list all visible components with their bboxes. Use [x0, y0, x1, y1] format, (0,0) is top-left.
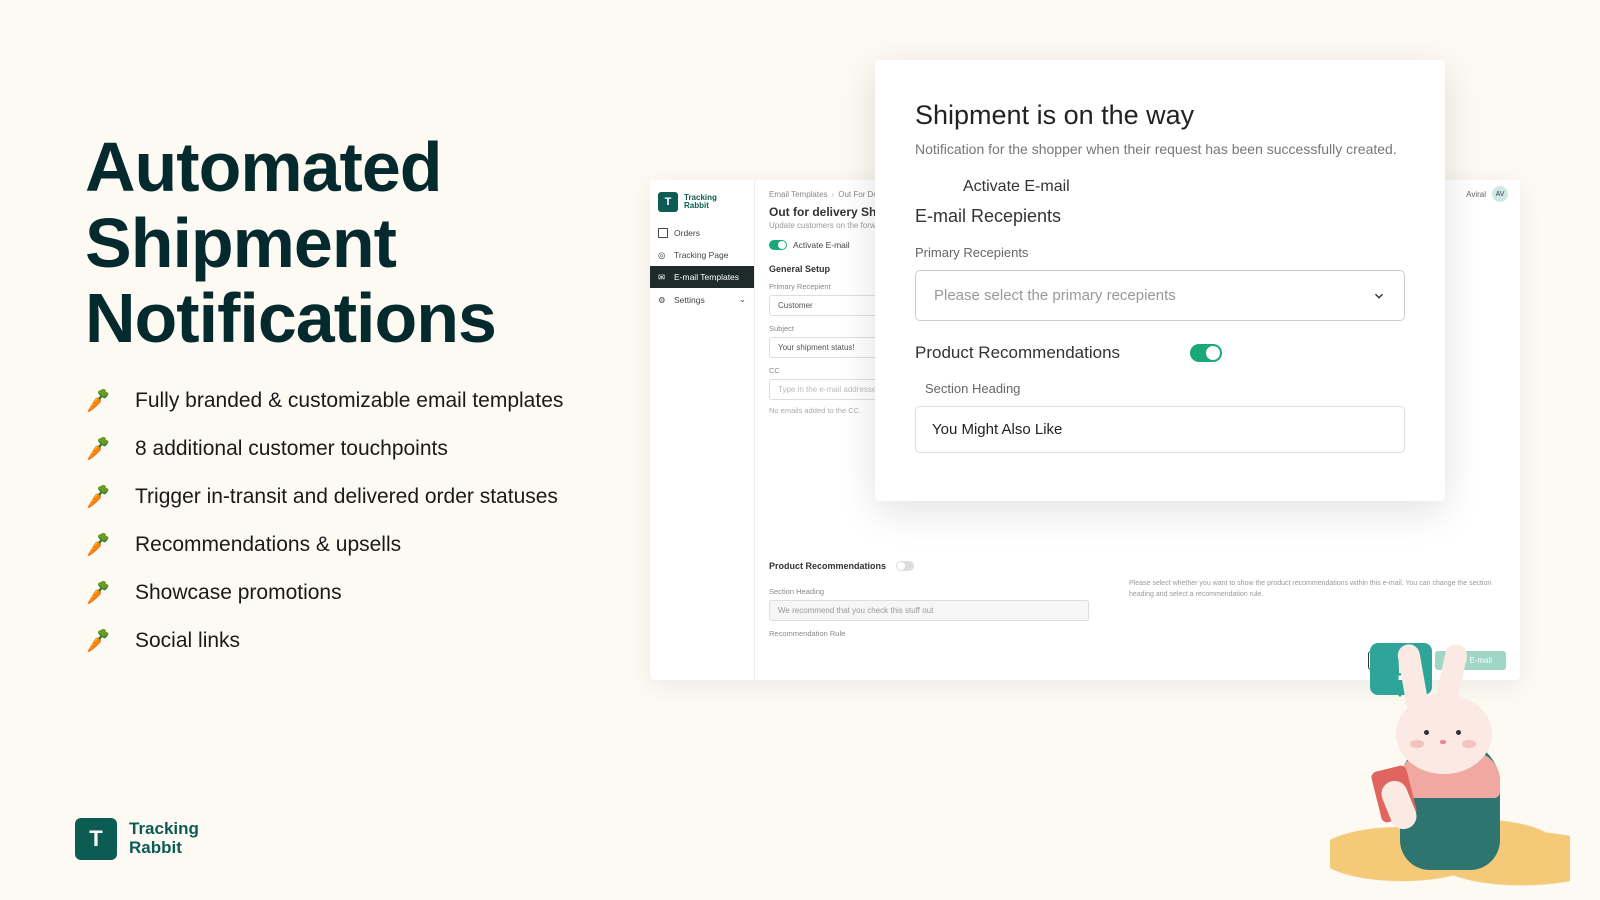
bunny-eye: [1424, 730, 1429, 735]
activate-toggle[interactable]: [769, 240, 787, 250]
hero: Automated Shipment Notifications 🥕 Fully …: [85, 130, 605, 673]
sidebar-item-tracking[interactable]: ◎Tracking Page: [650, 244, 754, 266]
feature-text: Fully branded & customizable email templ…: [135, 389, 563, 413]
feature-item: 🥕 Fully branded & customizable email temp…: [85, 385, 605, 417]
bunny-eye: [1456, 730, 1461, 735]
chevron-down-icon: [1372, 289, 1386, 303]
feature-text: Social links: [135, 629, 240, 653]
carrot-icon: 🥕: [82, 382, 119, 419]
tracking-icon: ◎: [658, 250, 668, 260]
recipients-heading: E-mail Recepients: [915, 206, 1405, 227]
app-header: Aviral AV: [1466, 186, 1508, 202]
sidebar-item-orders[interactable]: Orders: [650, 222, 754, 244]
card-title: Shipment is on the way: [915, 100, 1405, 131]
breadcrumb-part[interactable]: Email Templates: [769, 190, 828, 199]
carrot-icon: 🥕: [82, 574, 119, 611]
reco-help-text: Please select whether you want to show t…: [1129, 579, 1506, 600]
feature-item: 🥕 Showcase promotions: [85, 577, 605, 609]
bunny-nose: [1440, 740, 1446, 744]
feature-text: 8 additional customer touchpoints: [135, 437, 448, 461]
feature-item: 🥕 Social links: [85, 625, 605, 657]
feature-item: 🥕 8 additional customer touchpoints: [85, 433, 605, 465]
reco-heading: Product Recommendations: [769, 561, 886, 571]
reco-toggle[interactable]: [896, 561, 914, 571]
bunny-cheek: [1410, 740, 1424, 748]
sidebar: T TrackingRabbit Orders ◎Tracking Page ✉…: [650, 180, 755, 680]
feature-list: 🥕 Fully branded & customizable email temp…: [85, 385, 605, 657]
sidebar-item-settings[interactable]: ⚙Settings⌄: [650, 288, 754, 311]
carrot-icon: 🥕: [82, 478, 119, 515]
sidebar-brand: T TrackingRabbit: [650, 188, 754, 222]
section-heading-input[interactable]: You Might Also Like: [915, 406, 1405, 453]
avatar[interactable]: AV: [1492, 186, 1508, 202]
bunny-head: [1396, 694, 1492, 774]
orders-icon: [658, 228, 668, 238]
product-reco-section: Product Recommendations Section Heading …: [769, 561, 1506, 638]
reco-section-label: Section Heading: [769, 587, 1089, 596]
carrot-icon: 🥕: [82, 430, 119, 467]
reco-rule-label: Recommendation Rule: [769, 629, 1089, 638]
templates-icon: ✉: [658, 272, 668, 282]
logo-mark: T: [75, 818, 117, 860]
section-heading-label: Section Heading: [925, 381, 1405, 396]
footer-logo: T TrackingRabbit: [75, 818, 199, 860]
carrot-icon: 🥕: [82, 622, 119, 659]
primary-recipients-label: Primary Recepients: [915, 245, 1405, 260]
bunny-cheek: [1462, 740, 1476, 748]
carrot-icon: 🥕: [82, 526, 119, 563]
feature-text: Recommendations & upsells: [135, 533, 401, 557]
select-placeholder: Please select the primary recepients: [934, 287, 1176, 304]
bunny-illustration: [1340, 660, 1560, 890]
activate-email-label: Activate E-mail: [963, 178, 1405, 196]
card-subtitle: Notification for the shopper when their …: [915, 139, 1405, 160]
hero-title: Automated Shipment Notifications: [85, 130, 605, 357]
feature-text: Showcase promotions: [135, 581, 342, 605]
brand-mark: T: [658, 192, 678, 212]
user-name: Aviral: [1466, 190, 1486, 199]
sidebar-item-templates[interactable]: ✉E-mail Templates: [650, 266, 754, 288]
activate-label: Activate E-mail: [793, 240, 850, 250]
primary-recipient-value[interactable]: Customer: [769, 295, 879, 316]
reco-section-input[interactable]: We recommend that you check this stuff o…: [769, 600, 1089, 621]
logo-text: TrackingRabbit: [129, 820, 199, 857]
feature-item: 🥕 Trigger in-transit and delivered order …: [85, 481, 605, 513]
feature-item: 🥕 Recommendations & upsells: [85, 529, 605, 561]
brand-text: TrackingRabbit: [684, 194, 717, 210]
feature-text: Trigger in-transit and delivered order s…: [135, 485, 558, 509]
front-card: Shipment is on the way Notification for …: [875, 60, 1445, 501]
primary-recipients-select[interactable]: Please select the primary recepients: [915, 270, 1405, 321]
product-reco-toggle[interactable]: [1190, 344, 1222, 362]
chevron-down-icon: ⌄: [739, 294, 746, 305]
settings-icon: ⚙: [658, 295, 668, 305]
product-reco-label: Product Recommendations: [915, 343, 1120, 363]
